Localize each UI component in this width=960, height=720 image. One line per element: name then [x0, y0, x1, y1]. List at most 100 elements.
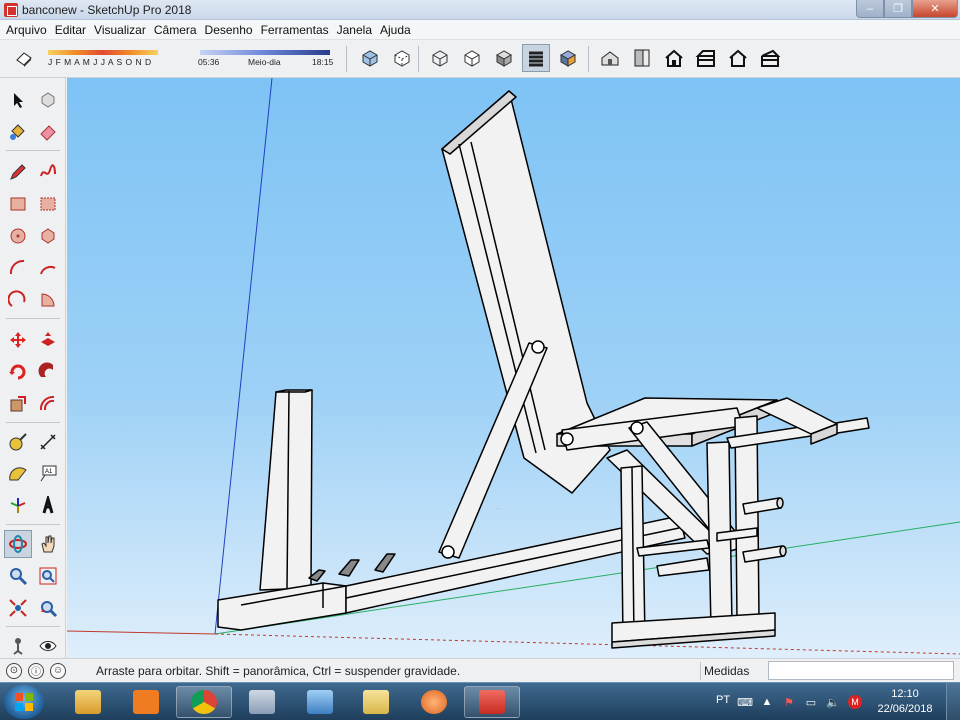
eraser-icon[interactable] [34, 118, 62, 146]
sketchup-icon [479, 690, 505, 714]
menu-camera[interactable]: Câmera [152, 23, 203, 37]
polygon-icon[interactable] [34, 222, 62, 250]
start-button[interactable] [4, 685, 44, 719]
follow-me-icon[interactable] [34, 358, 62, 386]
network-computer-icon [307, 690, 333, 714]
menu-arquivo[interactable]: Arquivo [4, 23, 53, 37]
credits-icon[interactable]: ⓘ [28, 662, 44, 679]
xray-icon[interactable] [356, 44, 384, 72]
back-view-icon[interactable] [724, 44, 752, 72]
volume-icon[interactable]: 🔈 [826, 695, 840, 709]
circle-icon[interactable] [4, 222, 32, 250]
menu-janela[interactable]: Janela [335, 23, 378, 37]
protractor-icon[interactable] [4, 460, 32, 488]
language-indicator[interactable]: PT [716, 694, 730, 706]
close-button[interactable]: ✕ [912, 0, 958, 18]
text-icon[interactable]: A1 [34, 460, 62, 488]
show-hidden-icons-icon[interactable]: ▲ [760, 695, 774, 709]
push-pull-icon[interactable] [34, 326, 62, 354]
bench-model[interactable] [217, 90, 870, 649]
right-view-icon[interactable] [692, 44, 720, 72]
rotate-icon[interactable] [4, 358, 32, 386]
menu-editar[interactable]: Editar [53, 23, 92, 37]
component-icon[interactable] [34, 86, 62, 114]
avast-icon [421, 690, 447, 714]
select-icon[interactable] [4, 86, 32, 114]
taskbar-windows-explorer[interactable] [60, 686, 116, 718]
paint-bucket-icon[interactable] [4, 118, 32, 146]
taskbar-chrome[interactable] [176, 686, 232, 718]
shadow-date-slider[interactable]: J F M A M J J A S O N D [44, 46, 184, 74]
pie-icon[interactable] [34, 286, 62, 314]
3d-text-icon[interactable] [34, 492, 62, 520]
time-end-label: 18:15 [312, 57, 334, 67]
keyboard-icon[interactable]: ⌨ [737, 695, 753, 709]
rotated-rectangle-icon[interactable] [34, 190, 62, 218]
taskbar-sketchup[interactable] [464, 686, 520, 718]
top-view-icon[interactable] [628, 44, 656, 72]
user-icon[interactable]: ☺ [50, 662, 66, 679]
move-icon[interactable] [4, 326, 32, 354]
shadow-date-bar[interactable] [48, 50, 158, 55]
previous-view-icon[interactable] [34, 594, 62, 622]
taskbar-calculator[interactable] [234, 686, 290, 718]
toolbar-separator [418, 46, 419, 72]
rectangle-icon[interactable] [4, 190, 32, 218]
freehand-icon[interactable] [34, 158, 62, 186]
menu-ferramentas[interactable]: Ferramentas [259, 23, 335, 37]
taskbar-media-player[interactable] [118, 686, 174, 718]
back-edges-icon[interactable] [388, 44, 416, 72]
three-point-arc-icon[interactable] [4, 286, 32, 314]
iso-view-icon[interactable] [596, 44, 624, 72]
mcafee-icon[interactable]: M [848, 695, 862, 709]
offset-icon[interactable] [34, 390, 62, 418]
taskbar-network[interactable] [292, 686, 348, 718]
shaded-icon[interactable] [490, 44, 518, 72]
red-axis [67, 630, 216, 635]
system-clock[interactable]: 12:10 22/06/2018 [870, 687, 940, 717]
look-around-icon[interactable] [34, 632, 62, 660]
taskbar-avast[interactable] [406, 686, 462, 718]
hidden-line-icon[interactable] [458, 44, 486, 72]
menu-desenho[interactable]: Desenho [203, 23, 259, 37]
monochrome-icon[interactable] [554, 44, 582, 72]
position-camera-icon[interactable] [4, 632, 32, 660]
shadows-toggle-icon[interactable] [10, 44, 38, 72]
geolocation-icon[interactable]: ⊙ [6, 662, 22, 679]
minimize-button[interactable]: – [856, 0, 884, 18]
show-desktop-button[interactable] [946, 683, 960, 720]
axes-icon[interactable] [4, 492, 32, 520]
two-point-arc-icon[interactable] [34, 254, 62, 282]
zoom-icon[interactable] [4, 562, 32, 590]
measurements-label: Medidas [704, 664, 750, 678]
model-canvas[interactable]: · [67, 78, 960, 658]
tape-measure-icon[interactable] [4, 428, 32, 456]
orbit-icon[interactable] [4, 530, 32, 558]
status-bar: ⊙ ⓘ ☺ Arraste para orbitar. Shift = pano… [0, 658, 960, 682]
status-message: Arraste para orbitar. Shift = panorâmica… [96, 664, 461, 678]
menu-visualizar[interactable]: Visualizar [92, 23, 152, 37]
model-viewport[interactable]: · [67, 78, 960, 658]
taskbar-folder[interactable] [348, 686, 404, 718]
action-center-icon[interactable]: ⚑ [782, 695, 796, 709]
shaded-textures-icon[interactable] [522, 44, 550, 72]
zoom-window-icon[interactable] [34, 562, 62, 590]
battery-icon[interactable]: ▭ [804, 695, 818, 709]
pan-icon[interactable] [34, 530, 62, 558]
zoom-extents-icon[interactable] [4, 594, 32, 622]
sketchup-app-icon[interactable] [4, 2, 18, 17]
maximize-button[interactable]: ❐ [884, 0, 912, 18]
shadow-time-bar[interactable] [200, 50, 330, 55]
wireframe-icon[interactable] [426, 44, 454, 72]
windows-logo-icon [15, 693, 33, 711]
menu-ajuda[interactable]: Ajuda [378, 23, 417, 37]
arc-icon[interactable] [4, 254, 32, 282]
front-view-icon[interactable] [660, 44, 688, 72]
pencil-icon[interactable] [4, 158, 32, 186]
dimension-icon[interactable] [34, 428, 62, 456]
left-view-icon[interactable] [756, 44, 784, 72]
scale-icon[interactable] [4, 390, 32, 418]
shadow-time-slider[interactable]: 05:36 Meio-dia 18:15 [196, 46, 336, 74]
chrome-icon [191, 690, 217, 714]
measurements-input[interactable] [768, 661, 954, 680]
